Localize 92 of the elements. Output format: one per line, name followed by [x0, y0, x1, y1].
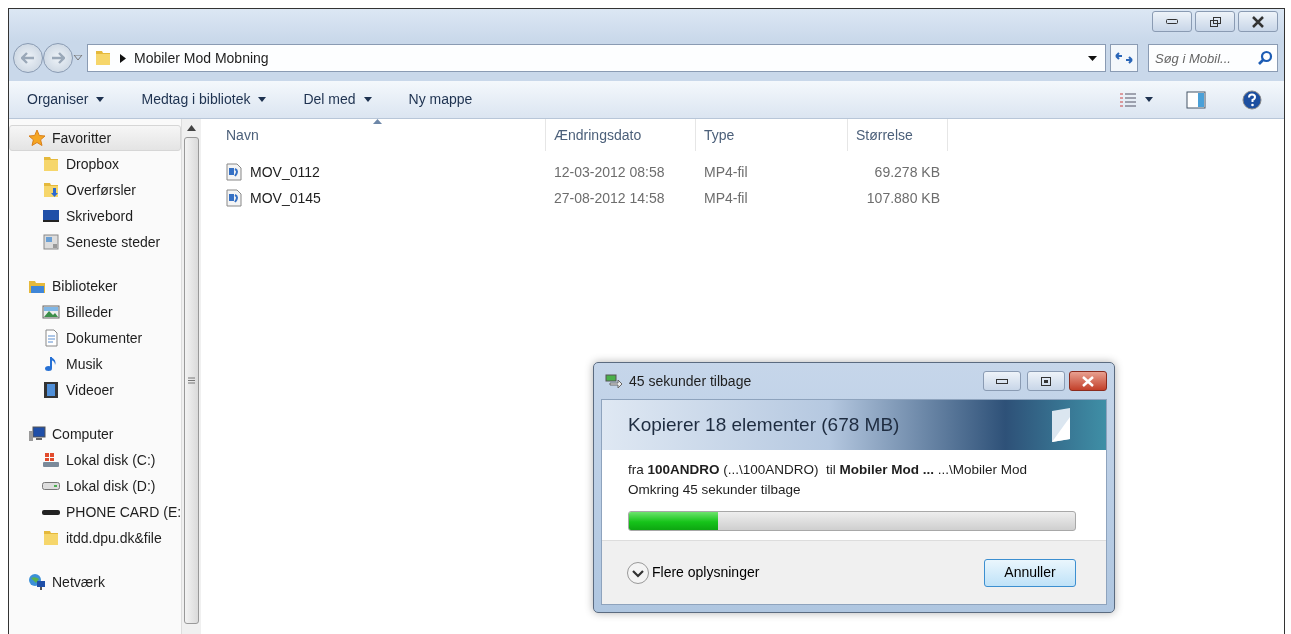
sidebar-item[interactable]: Netværk	[9, 569, 181, 595]
sidebar-item[interactable]: Dokumenter	[9, 325, 181, 351]
star-icon	[28, 129, 46, 147]
search-field[interactable]: Søg i Mobil...	[1148, 44, 1278, 72]
sidebar-item[interactable]: Dropbox	[9, 151, 181, 177]
column-header[interactable]: Type	[696, 119, 848, 151]
caret-icon	[1145, 97, 1154, 102]
video-file-icon	[226, 189, 242, 207]
sidebar-item[interactable]: Videoer	[9, 377, 181, 403]
folder-icon	[42, 155, 60, 173]
caret-icon	[363, 97, 373, 102]
minimize-icon	[1166, 19, 1178, 24]
minimize-button[interactable]	[983, 371, 1021, 391]
toolbar-button[interactable]: Ny mappe	[396, 85, 485, 114]
copy-document-icon	[1050, 407, 1072, 443]
monitor-icon	[42, 207, 60, 225]
help-icon	[1242, 89, 1262, 110]
column-header[interactable]: Ændringsdato	[546, 119, 696, 151]
folder-path: Mobiler Mod Mobning	[134, 48, 270, 68]
document-icon	[42, 329, 60, 347]
search-icon[interactable]	[1257, 50, 1273, 66]
sidebar-item[interactable]: Billeder	[9, 299, 181, 325]
folder-icon	[42, 181, 60, 199]
expand-chevron-icon	[626, 560, 650, 585]
drive-icon	[42, 482, 60, 490]
sidebar-item[interactable]: Computer	[9, 421, 181, 447]
restore-button[interactable]	[1195, 11, 1235, 32]
list-view-icon	[1119, 92, 1137, 107]
toolbar-button[interactable]: Medtag i bibliotek	[129, 85, 280, 114]
folder-icon	[42, 529, 60, 547]
restore-icon	[1209, 16, 1221, 27]
copy-heading: Kopierer 18 elementer (678 MB)	[628, 412, 900, 437]
address-field[interactable]: Mobiler Mod Mobning	[87, 44, 1106, 72]
time-remaining: Omkring 45 sekunder tilbage	[628, 481, 802, 500]
sort-arrow-icon	[373, 119, 382, 124]
copy-progress-icon	[605, 373, 623, 389]
refresh-button[interactable]	[1110, 44, 1138, 72]
dropdown-caret-icon[interactable]	[1088, 55, 1097, 61]
refresh-icon	[1115, 51, 1133, 65]
drive-icon	[42, 451, 60, 469]
modified-date: 12-03-2012 08:58	[553, 162, 666, 182]
scroll-up-icon[interactable]	[187, 125, 196, 131]
breadcrumb-arrow-icon[interactable]	[120, 53, 126, 63]
recent-places-icon	[42, 233, 60, 251]
cancel-button[interactable]: Annuller	[984, 558, 1076, 587]
sidebar-item[interactable]: Favoritter	[9, 125, 181, 151]
sidebar-item[interactable]: Seneste steder	[9, 229, 181, 255]
maximize-icon	[1041, 376, 1051, 386]
sidebar-item[interactable]: Overførsler	[9, 177, 181, 203]
folder-icon	[94, 49, 112, 67]
sidebar-item[interactable]: Lokal disk (C:)	[9, 447, 181, 473]
scrollbar-thumb[interactable]	[184, 137, 199, 624]
toolbar-button[interactable]: Del med	[291, 85, 385, 114]
dialog-title: 45 sekunder tilbage	[629, 371, 753, 391]
close-button[interactable]	[1069, 371, 1107, 391]
sidebar-item[interactable]: Musik	[9, 351, 181, 377]
copy-source-destination: fra 100ANDRO (...\100ANDRO) til Mobiler Mod ... ...\Mobiler Mod	[628, 461, 1029, 479]
back-arrow-icon	[21, 52, 35, 64]
computer-icon	[28, 425, 46, 443]
picture-icon	[42, 303, 60, 321]
close-icon	[1252, 15, 1264, 28]
video-file-icon	[226, 163, 242, 181]
file-size: 69.278 KB	[873, 162, 941, 182]
minimize-icon	[996, 378, 1008, 384]
file-type: MP4-fil	[703, 188, 749, 208]
grip-icon	[188, 377, 195, 384]
sidebar-item[interactable]: Biblioteker	[9, 273, 181, 299]
forward-arrow-icon	[51, 52, 65, 64]
close-button[interactable]	[1238, 11, 1278, 32]
sidebar-item[interactable]: Lokal disk (D:)	[9, 473, 181, 499]
close-icon	[1082, 375, 1094, 387]
caret-icon	[96, 97, 106, 102]
file-size: 107.880 KB	[865, 188, 941, 208]
sidebar-item[interactable]: Skrivebord	[9, 203, 181, 229]
file-name[interactable]: MOV_0145	[250, 187, 321, 209]
maximize-button[interactable]	[1027, 371, 1065, 391]
card-reader-icon	[42, 509, 60, 515]
sidebar-item[interactable]: PHONE CARD (E:	[9, 499, 181, 525]
network-icon	[28, 573, 46, 591]
toolbar-button[interactable]: Organiser	[15, 85, 118, 114]
minimize-button[interactable]	[1152, 11, 1192, 32]
file-name[interactable]: MOV_0112	[250, 161, 320, 183]
file-type: MP4-fil	[703, 162, 749, 182]
film-icon	[42, 381, 60, 399]
column-header[interactable]: Navn	[201, 119, 546, 151]
preview-pane-icon	[1186, 90, 1206, 109]
column-header[interactable]: Størrelse	[848, 119, 948, 151]
sidebar-item[interactable]: itdd.dpu.dk&file	[9, 525, 181, 551]
caret-icon	[258, 97, 268, 102]
history-caret-icon[interactable]	[73, 55, 83, 61]
more-details-button[interactable]: Flere oplysninger	[626, 560, 760, 585]
modified-date: 27-08-2012 14:58	[553, 188, 666, 208]
